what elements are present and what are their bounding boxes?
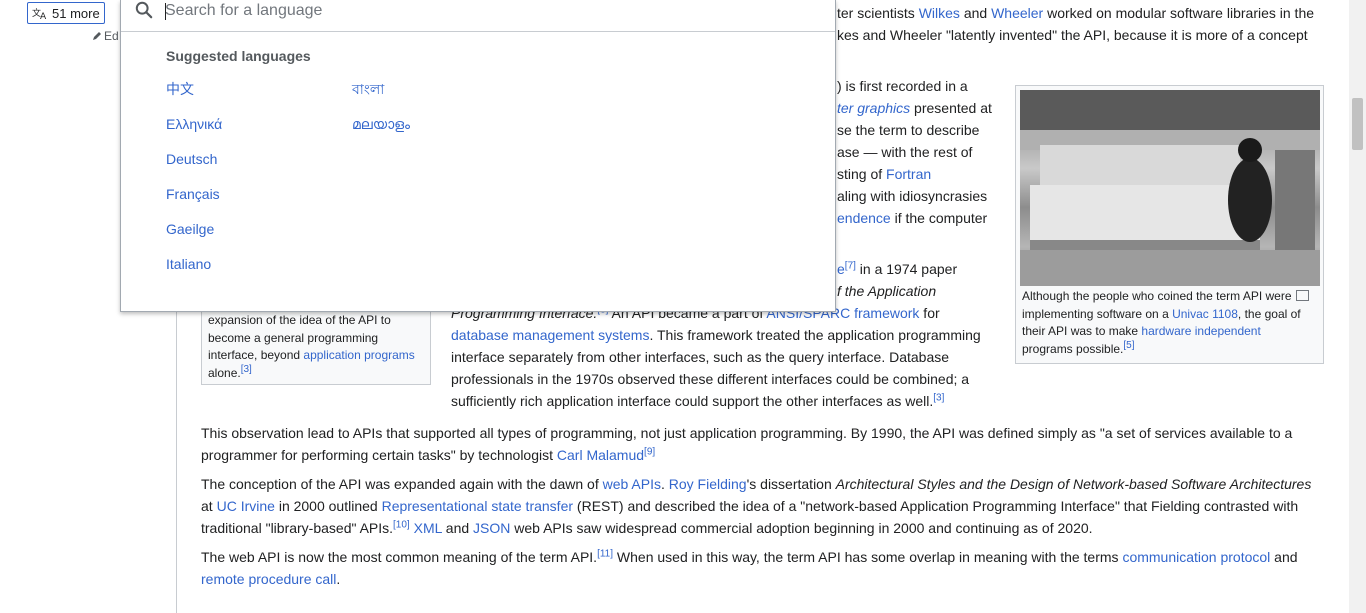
svg-text:A: A	[40, 12, 47, 20]
language-item[interactable]: Français	[166, 183, 222, 218]
language-item[interactable]: Deutsch	[166, 148, 222, 183]
enlarge-icon[interactable]	[1295, 290, 1309, 301]
fortran-link[interactable]: Fortran	[886, 166, 931, 182]
dbms-link[interactable]: database management systems	[451, 327, 649, 343]
article-line-11: e[7] in a 1974 paper	[837, 260, 958, 277]
language-item[interactable]: മലയാളം	[352, 113, 410, 148]
paragraph-3: The web API is now the most common meani…	[201, 548, 1298, 587]
article-line-8: sting of Fortran	[837, 166, 932, 182]
figure-univac: Although the people who coined the term …	[1015, 85, 1324, 364]
roy-fielding-link[interactable]: Roy Fielding	[669, 476, 747, 492]
uc-irvine-link[interactable]: UC Irvine	[217, 498, 275, 514]
article-line-15: interface separately from other interfac…	[451, 349, 950, 365]
figure-ref-5[interactable]: [5]	[1123, 340, 1134, 351]
json-link[interactable]: JSON	[473, 520, 510, 536]
wheeler-link[interactable]: Wheeler	[991, 5, 1043, 21]
article-line-2: kes and Wheeler "latently invented" the …	[837, 27, 1308, 43]
scrollbar-track[interactable]	[1349, 0, 1366, 613]
rest-link[interactable]: Representational state transfer	[382, 498, 573, 514]
article-line-10: endence if the computer	[837, 210, 988, 226]
language-column-2: বাংলা മലയാളം	[352, 78, 410, 148]
article-line-14: database management systems. This framew…	[451, 327, 981, 343]
figure-caption: Although the people who coined the term …	[1022, 288, 1318, 358]
language-item[interactable]: Gaeilge	[166, 218, 222, 253]
article-line-6: se the term to describe	[837, 122, 980, 138]
ref-7[interactable]: [7]	[845, 260, 856, 271]
web-apis-link[interactable]: web APIs	[603, 476, 661, 492]
pencil-icon	[93, 32, 101, 40]
article-line-1: ter scientists Wilkes and Wheeler worked…	[837, 5, 1315, 21]
suggested-languages-title: Suggested languages	[166, 48, 311, 64]
ref-11[interactable]: [11]	[597, 548, 613, 559]
language-item[interactable]: Italiano	[166, 253, 222, 288]
ref-9[interactable]: [9]	[644, 446, 655, 457]
language-search-input[interactable]	[165, 0, 815, 22]
xml-link[interactable]: XML	[414, 520, 442, 536]
text-caret	[165, 3, 166, 20]
translate-icon: 文 A	[32, 7, 47, 20]
remote-procedure-call-link[interactable]: remote procedure call	[201, 571, 336, 587]
article-line-5: ter graphics presented at	[837, 100, 992, 116]
paragraph-1: This observation lead to APIs that suppo…	[201, 425, 1293, 463]
article-line-4: ) is first recorded in a	[837, 78, 968, 94]
article-link-e[interactable]: e	[837, 261, 845, 277]
article-line-9: aling with idiosyncrasies	[837, 188, 988, 204]
scrollbar-thumb[interactable]	[1352, 98, 1363, 150]
ref-10[interactable]: [10]	[393, 519, 410, 530]
language-item[interactable]: 中文	[166, 78, 222, 113]
paragraph-2: The conception of the API was expanded a…	[201, 476, 1312, 536]
left-ref-3[interactable]: [3]	[241, 364, 252, 375]
computer-graphics-link[interactable]: ter graphics	[837, 100, 910, 116]
article-line-17: sufficiently rich application interface …	[451, 392, 945, 409]
language-column-1: 中文 Ελληνικά Deutsch Français Gaeilge Ita…	[166, 78, 222, 288]
language-selector-dialog: Suggested languages 中文 Ελληνικά Deutsch …	[120, 0, 836, 312]
article-line-12: f the Application	[837, 283, 937, 299]
left-thumb-caption: expansion of the idea of the API to beco…	[208, 313, 415, 380]
carl-malamud-link[interactable]: Carl Malamud	[557, 447, 644, 463]
communication-protocol-link[interactable]: communication protocol	[1122, 549, 1270, 565]
language-item[interactable]: Ελληνικά	[166, 113, 222, 148]
hardware-independent-link[interactable]: hardware independent	[1141, 324, 1260, 338]
edit-links[interactable]: Ed	[92, 29, 119, 43]
univac-photo[interactable]	[1020, 90, 1320, 286]
search-icon	[135, 1, 153, 19]
ref-3[interactable]: [3]	[933, 392, 944, 403]
hardware-independence-link[interactable]: endence	[837, 210, 891, 226]
language-search-row	[121, 0, 835, 32]
language-item[interactable]: বাংলা	[352, 78, 410, 113]
language-button[interactable]: 文 A 51 more	[27, 2, 105, 24]
article-line-7: ase — with the rest of	[837, 144, 973, 160]
application-programs-link[interactable]: application programs	[303, 348, 414, 362]
univac-link[interactable]: Univac 1108	[1172, 307, 1238, 321]
wilkes-link[interactable]: Wilkes	[919, 5, 960, 21]
edit-links-label: Ed	[104, 29, 119, 43]
language-button-label: 51 more	[52, 5, 100, 21]
article-line-16: professionals in the 1970s observed thes…	[451, 371, 970, 387]
